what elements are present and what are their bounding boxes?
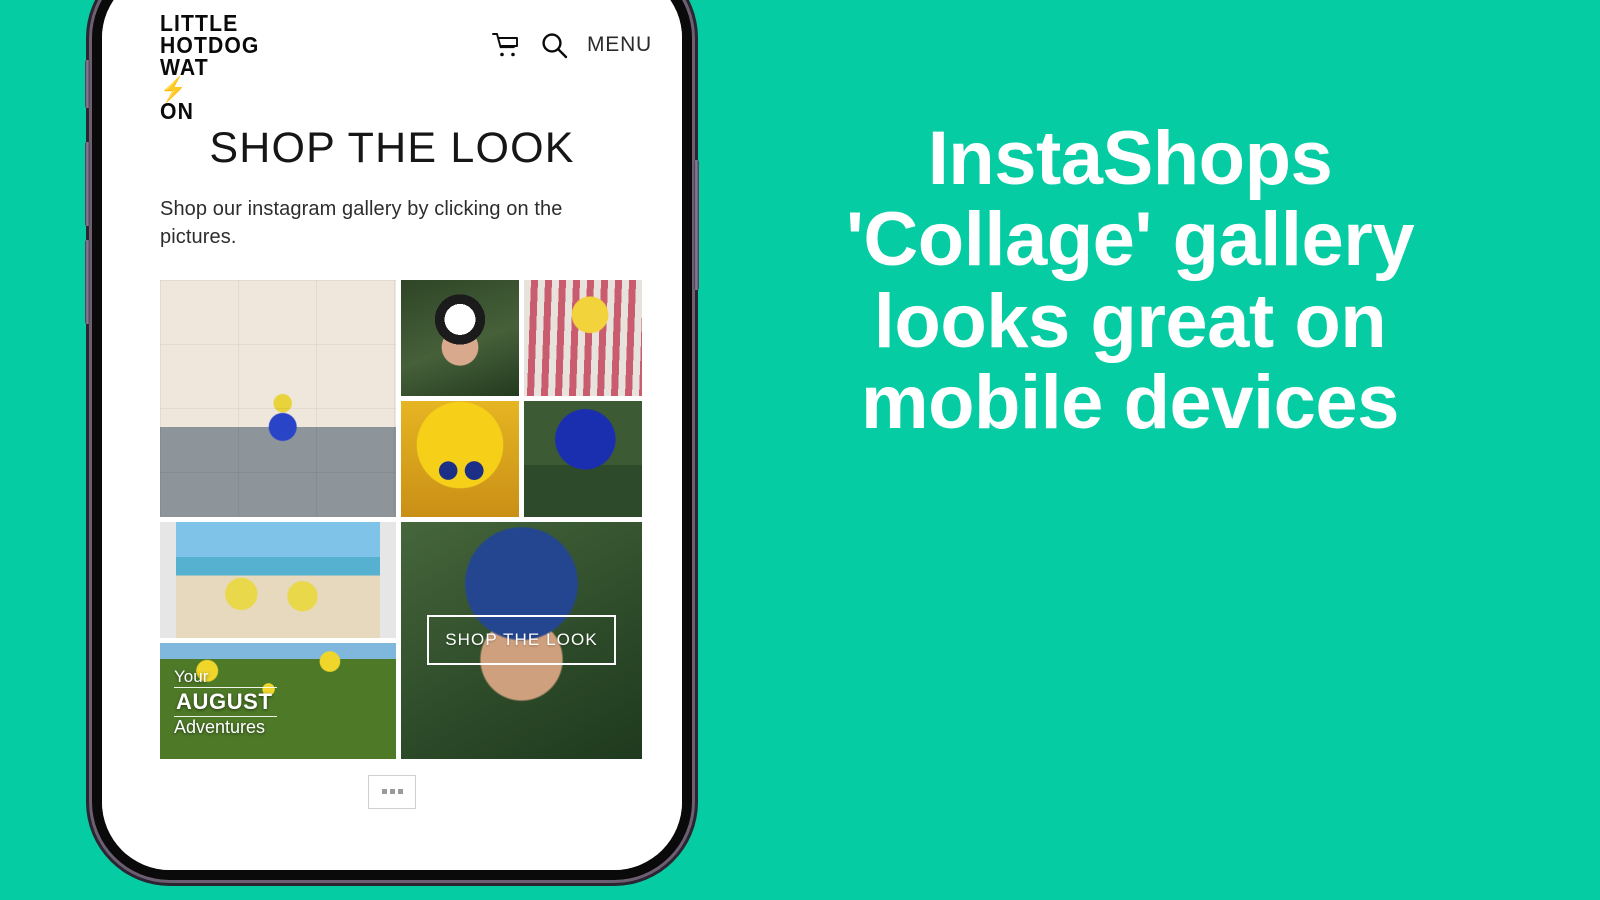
shop-the-look-overlay: SHOP THE LOOK	[401, 522, 642, 759]
phone-screen: LITTLE HOTDOG WAT ⚡ ON MENU SHOP THE LOO…	[102, 0, 682, 870]
gallery-image	[401, 400, 519, 517]
volume-up-button[interactable]	[85, 142, 90, 226]
brand-logo-line-3: WAT ⚡ ON	[160, 56, 259, 125]
shop-the-look-button[interactable]: SHOP THE LOOK	[427, 615, 616, 666]
gallery-tile[interactable]	[401, 279, 519, 396]
brand-logo-line-3-suffix: ON	[160, 98, 194, 125]
headline-line-4: mobile devices	[861, 359, 1399, 445]
menu-button[interactable]: MENU	[587, 33, 652, 57]
gallery-tile[interactable]	[160, 279, 396, 517]
gallery-image	[524, 400, 642, 517]
headline-line-1: InstaShops	[927, 116, 1333, 201]
headline-line-2: 'Collage' gallery	[845, 197, 1415, 283]
ellipsis-dot	[381, 789, 387, 795]
ellipsis-dot	[397, 789, 403, 795]
august-caption-line-3: Adventures	[174, 716, 266, 737]
august-caption: Your AUGUST Adventures	[174, 667, 277, 738]
gallery-tile[interactable]	[401, 400, 519, 517]
headline-line-3: looks great on	[873, 278, 1387, 364]
gallery-image	[160, 279, 396, 517]
website-viewport: LITTLE HOTDOG WAT ⚡ ON MENU SHOP THE LOO…	[102, 10, 682, 870]
brand-logo-line-1: LITTLE	[160, 10, 239, 36]
gallery-tile[interactable]	[524, 279, 642, 396]
collage-gallery: Your AUGUST Adventures SHOP THE LOOK	[160, 279, 642, 759]
gallery-tile[interactable]	[524, 400, 642, 517]
gallery-tile[interactable]: Your AUGUST Adventures	[160, 642, 396, 759]
shopping-cart-icon[interactable]	[491, 31, 521, 59]
gallery-tile[interactable]	[160, 521, 396, 638]
load-more-button[interactable]	[368, 774, 416, 809]
gallery-image	[524, 279, 642, 396]
august-caption-line-2: AUGUST	[174, 686, 277, 717]
phone-mockup: LITTLE HOTDOG WAT ⚡ ON MENU SHOP THE LOO…	[85, 0, 699, 880]
volume-down-button[interactable]	[85, 240, 90, 324]
brand-logo[interactable]: LITTLE HOTDOG WAT ⚡ ON	[160, 10, 260, 125]
lightning-bolt-icon: ⚡	[160, 75, 188, 103]
load-more-row	[102, 774, 682, 809]
gallery-image	[176, 521, 380, 638]
marketing-headline: InstaShops 'Collage' gallery looks great…	[730, 116, 1530, 445]
mute-switch[interactable]	[85, 60, 90, 108]
brand-logo-line-2: HOTDOG	[160, 32, 260, 59]
gallery-image	[401, 279, 519, 396]
site-header: LITTLE HOTDOG WAT ⚡ ON MENU	[102, 10, 682, 122]
power-button[interactable]	[694, 160, 699, 290]
header-actions: MENU	[491, 30, 652, 60]
august-caption-line-1: Your	[174, 666, 209, 686]
section-title: SHOP THE LOOK	[209, 124, 575, 172]
gallery-tile-featured[interactable]: SHOP THE LOOK	[401, 521, 642, 759]
section-subtitle: Shop our instagram gallery by clicking o…	[160, 198, 563, 249]
screenshot-stage: LITTLE HOTDOG WAT ⚡ ON MENU SHOP THE LOO…	[0, 0, 1600, 900]
ellipsis-dot	[389, 789, 395, 795]
search-icon[interactable]	[539, 30, 569, 60]
